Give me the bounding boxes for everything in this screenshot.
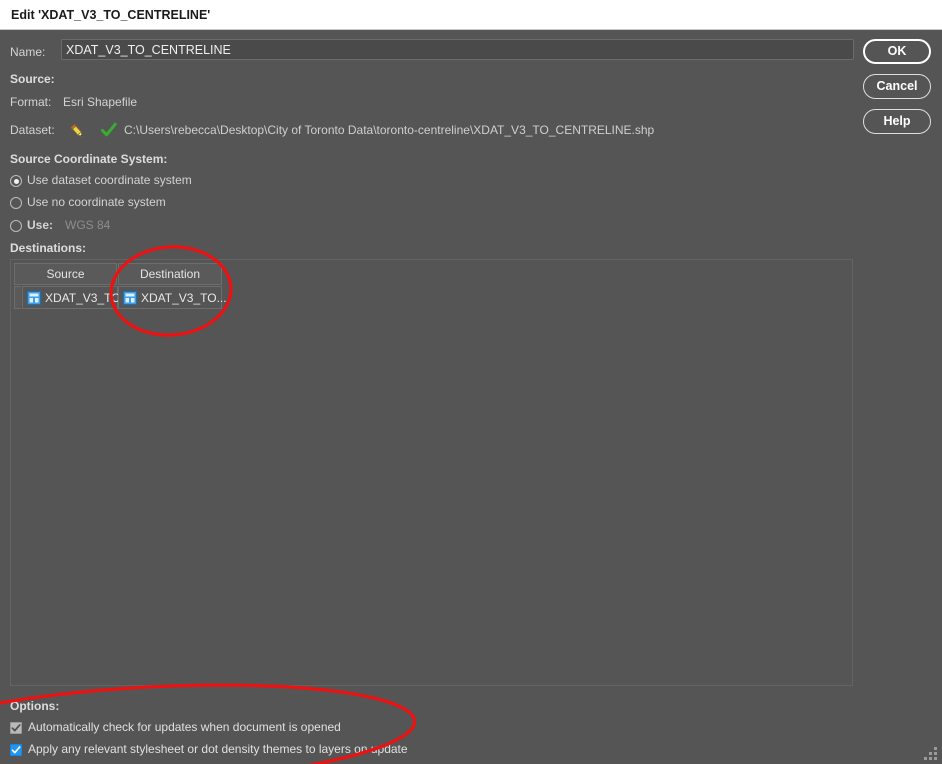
radio-label: Use dataset coordinate system [27, 173, 192, 187]
coordinate-system-value: WGS 84 [65, 218, 111, 232]
cell-destination-text: XDAT_V3_TO... [141, 291, 227, 305]
table-row[interactable]: XDAT_V3_TO... XDAT_V3_TO... [14, 286, 227, 309]
radio-unselected-icon [10, 197, 22, 209]
dataset-label: Dataset: [10, 123, 55, 137]
format-label: Format: [10, 95, 52, 109]
column-header-destination[interactable]: Destination [118, 263, 222, 285]
window-titlebar: Edit 'XDAT_V3_TO_CENTRELINE' [0, 0, 942, 30]
coordinate-system-heading: Source Coordinate System: [10, 152, 168, 166]
table-header-row: Source Destination [14, 263, 225, 285]
resize-grip-icon[interactable] [924, 747, 938, 761]
table-grid-icon [27, 291, 41, 305]
window-title: Edit 'XDAT_V3_TO_CENTRELINE' [11, 8, 211, 22]
radio-label: Use no coordinate system [27, 195, 166, 209]
cancel-button[interactable]: Cancel [863, 74, 931, 99]
name-input[interactable] [61, 39, 854, 60]
format-value: Esri Shapefile [63, 95, 138, 109]
table-grid-icon [123, 291, 137, 305]
dialog-body: Name: Source: Format: Esri Shapefile Dat… [0, 30, 942, 764]
cell-destination[interactable]: XDAT_V3_TO... [118, 286, 227, 309]
help-button[interactable]: Help [863, 109, 931, 134]
radio-unselected-icon [10, 220, 22, 232]
destinations-table: Source Destination XDAT_V3_TO... XDAT_V3… [14, 263, 227, 309]
name-label: Name: [10, 45, 46, 59]
dataset-path: C:\Users\rebecca\Desktop\City of Toronto… [124, 123, 655, 137]
row-selector[interactable] [14, 286, 21, 309]
cell-source[interactable]: XDAT_V3_TO... [22, 286, 131, 309]
checkbox-label: Automatically check for updates when doc… [28, 720, 341, 734]
checkbox-checked-icon [10, 744, 22, 756]
pencil-icon[interactable] [68, 122, 86, 140]
column-header-source[interactable]: Source [14, 263, 117, 285]
radio-selected-icon [10, 175, 22, 187]
destinations-panel: Source Destination XDAT_V3_TO... XDAT_V3… [10, 259, 853, 686]
checkbox-label: Apply any relevant stylesheet or dot den… [28, 742, 408, 756]
options-heading: Options: [10, 699, 60, 713]
checkbox-checked-icon [10, 722, 22, 734]
radio-label: Use: [27, 218, 54, 232]
destinations-heading: Destinations: [10, 241, 87, 255]
source-heading: Source: [10, 72, 55, 86]
green-check-icon [100, 121, 118, 139]
ok-button[interactable]: OK [863, 39, 931, 64]
